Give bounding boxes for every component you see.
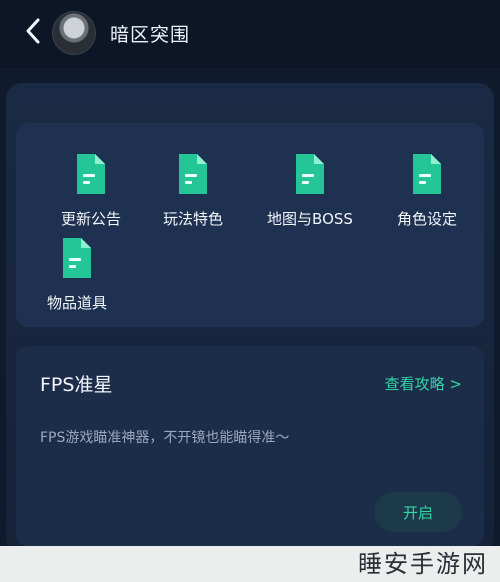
enable-button[interactable]: 开启: [374, 492, 462, 532]
document-icon: [77, 154, 105, 194]
grid-item-label: 物品道具: [46, 294, 107, 312]
grid-item-label: 角色设定: [396, 210, 457, 228]
view-guide-link[interactable]: 查看攻略 >: [385, 373, 462, 394]
document-icon: [413, 154, 441, 194]
document-icon: [296, 154, 324, 194]
grid-item-label: 地图与BOSS: [267, 210, 353, 228]
grid-item-label: 玩法特色: [162, 210, 223, 228]
page-title: 暗区突围: [110, 24, 191, 46]
avatar[interactable]: [52, 11, 96, 55]
grid-item-update-notice[interactable]: 更新公告: [36, 152, 146, 232]
grid-item-map-boss[interactable]: 地图与BOSS: [255, 152, 365, 232]
chevron-left-icon: [26, 18, 40, 44]
grid-item-gameplay[interactable]: 玩法特色: [138, 152, 248, 232]
fps-card-title: FPS准星: [40, 374, 113, 396]
grid-item-character[interactable]: 角色设定: [372, 152, 482, 232]
grid-item-items[interactable]: 物品道具: [22, 236, 132, 316]
back-button[interactable]: [18, 14, 48, 48]
document-icon: [63, 238, 91, 278]
document-icon: [179, 154, 207, 194]
app-header: 暗区突围: [0, 0, 500, 68]
grid-item-label: 更新公告: [60, 210, 121, 228]
watermark: 睡安手游网: [358, 550, 488, 578]
fps-card-description: FPS游戏瞄准神器，不开镜也能瞄得准～: [40, 430, 290, 446]
